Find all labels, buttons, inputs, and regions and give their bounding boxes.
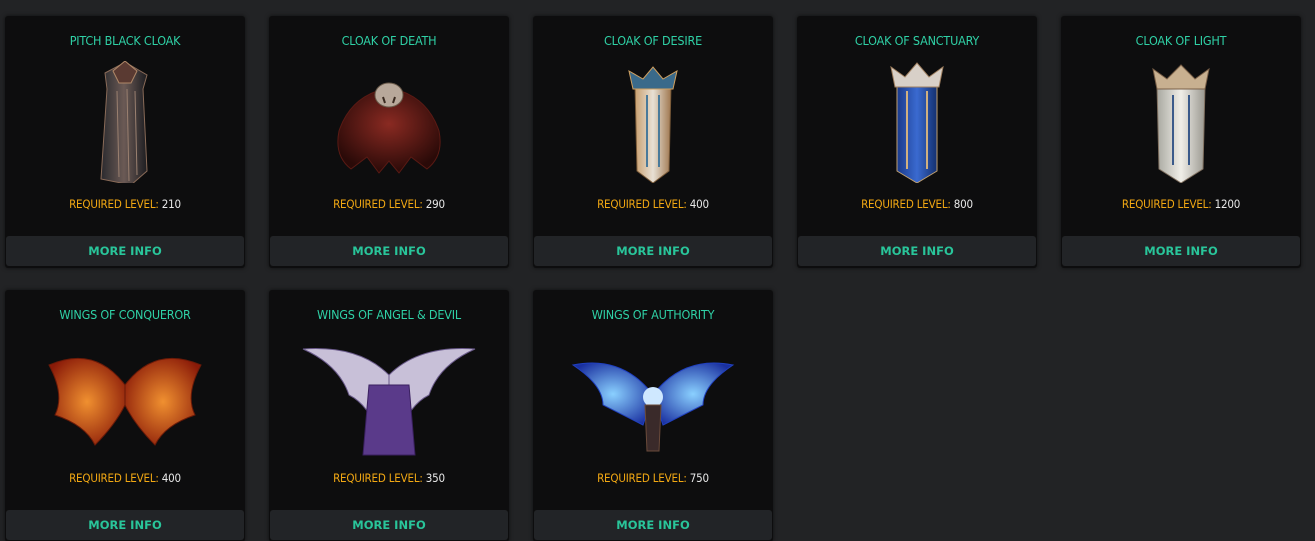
item-card: CLOAK OF DEATH REQUIRED LEVEL: 290 MORE … (269, 16, 509, 268)
items-grid: PITCH BLACK CLOAK REQUIRED LEVEL: 210 MO… (0, 0, 1315, 541)
required-level-value: 800 (953, 197, 973, 211)
item-title: CLOAK OF LIGHT (1135, 33, 1227, 48)
required-level-value: 210 (161, 197, 181, 211)
required-level-value: 1200 (1214, 197, 1241, 211)
item-title: PITCH BLACK CLOAK (69, 33, 181, 48)
required-level: REQUIRED LEVEL: 400 (533, 197, 773, 211)
required-level-label: REQUIRED LEVEL: (333, 197, 423, 211)
item-card: WINGS OF ANGEL & DEVIL REQUIRED LEVEL: 3… (269, 290, 509, 541)
more-info-button[interactable]: MORE INFO (1062, 236, 1300, 266)
item-card: CLOAK OF DESIRE REQUIRED LEVEL: 400 MORE… (533, 16, 773, 268)
required-level-label: REQUIRED LEVEL: (861, 197, 951, 211)
required-level-value: 290 (425, 197, 445, 211)
item-card: CLOAK OF SANCTUARY REQUIRED LEVEL: 800 M… (797, 16, 1037, 268)
item-title: WINGS OF ANGEL & DEVIL (317, 307, 461, 322)
more-info-button[interactable]: MORE INFO (798, 236, 1036, 266)
item-card: WINGS OF CONQUEROR REQUIRED LEVEL: 400 M… (5, 290, 245, 541)
required-level-label: REQUIRED LEVEL: (69, 471, 159, 485)
required-level: REQUIRED LEVEL: 750 (533, 471, 773, 485)
cloak-of-sanctuary-image (827, 61, 1007, 183)
required-level-label: REQUIRED LEVEL: (1121, 197, 1212, 211)
wings-of-angel-devil-image (299, 335, 479, 457)
required-level: REQUIRED LEVEL: 290 (269, 197, 509, 211)
required-level-label: REQUIRED LEVEL: (597, 197, 687, 211)
required-level: REQUIRED LEVEL: 800 (797, 197, 1037, 211)
required-level-value: 400 (161, 471, 181, 485)
required-level: REQUIRED LEVEL: 400 (5, 471, 245, 485)
required-level-value: 400 (689, 197, 709, 211)
required-level: REQUIRED LEVEL: 210 (5, 197, 245, 211)
required-level-label: REQUIRED LEVEL: (597, 471, 687, 485)
required-level: REQUIRED LEVEL: 350 (269, 471, 509, 485)
more-info-button[interactable]: MORE INFO (534, 510, 772, 540)
item-title: WINGS OF CONQUEROR (59, 307, 191, 322)
required-level: REQUIRED LEVEL: 1200 (1061, 197, 1301, 211)
more-info-button[interactable]: MORE INFO (270, 510, 508, 540)
required-level-value: 350 (425, 471, 445, 485)
more-info-button[interactable]: MORE INFO (6, 236, 244, 266)
item-title: WINGS OF AUTHORITY (591, 307, 715, 322)
cloak-of-desire-image (563, 61, 743, 183)
item-card: PITCH BLACK CLOAK REQUIRED LEVEL: 210 MO… (5, 16, 245, 268)
required-level-value: 750 (689, 471, 709, 485)
more-info-button[interactable]: MORE INFO (6, 510, 244, 540)
cloak-of-light-image (1091, 61, 1271, 183)
item-card: CLOAK OF LIGHT REQUIRED LEVEL: 1200 MORE… (1061, 16, 1301, 268)
wings-of-conqueror-image (35, 335, 215, 457)
item-title: CLOAK OF DESIRE (604, 33, 702, 48)
pitch-black-cloak-image (35, 61, 215, 183)
more-info-button[interactable]: MORE INFO (270, 236, 508, 266)
cloak-of-death-image (299, 61, 479, 183)
item-title: CLOAK OF DEATH (341, 33, 437, 48)
wings-of-authority-image (563, 335, 743, 457)
required-level-label: REQUIRED LEVEL: (333, 471, 423, 485)
required-level-label: REQUIRED LEVEL: (69, 197, 159, 211)
more-info-button[interactable]: MORE INFO (534, 236, 772, 266)
item-card: WINGS OF AUTHORITY REQUIRED LEVEL: 750 M… (533, 290, 773, 541)
item-title: CLOAK OF SANCTUARY (854, 33, 980, 48)
